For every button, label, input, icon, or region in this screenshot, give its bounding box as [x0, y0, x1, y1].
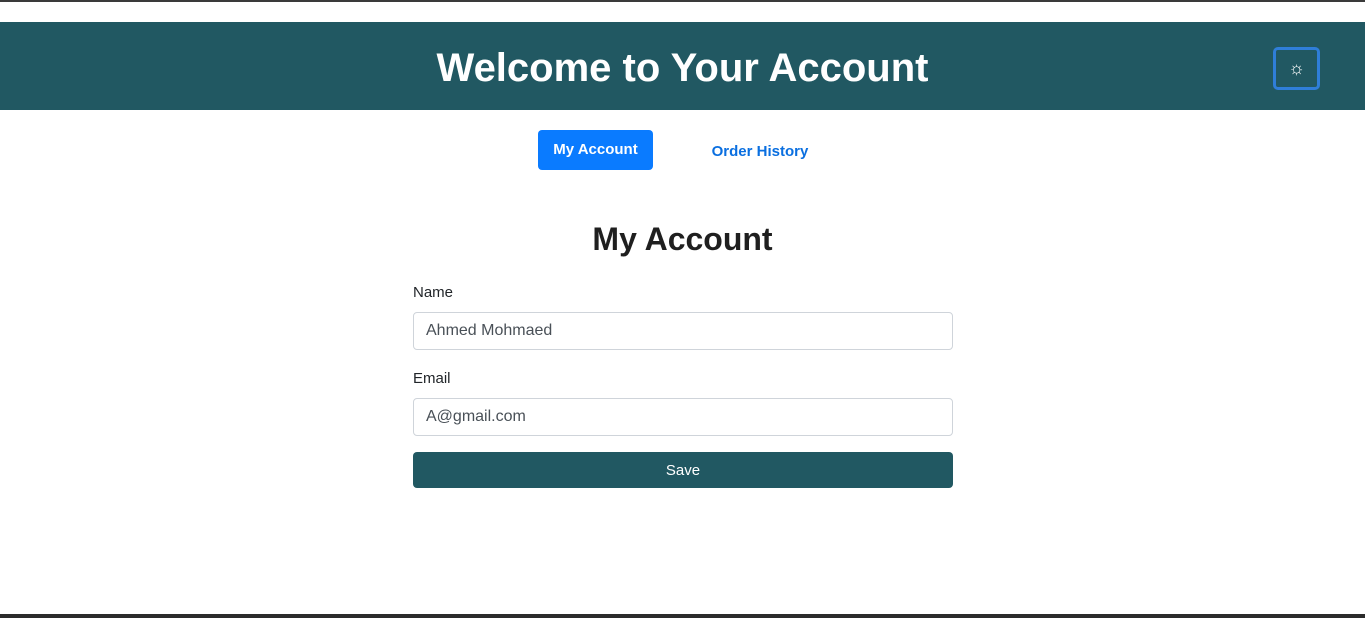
account-tabs: My Account Order History: [0, 130, 1365, 170]
tab-my-account[interactable]: My Account: [538, 130, 653, 170]
email-input[interactable]: [413, 398, 953, 436]
page-header: Welcome to Your Account ☼: [0, 22, 1365, 110]
top-border: [0, 0, 1365, 2]
tab-order-history[interactable]: Order History: [690, 130, 830, 170]
save-button[interactable]: Save: [413, 452, 953, 488]
name-input[interactable]: [413, 312, 953, 350]
bottom-border: [0, 614, 1365, 618]
theme-toggle-button[interactable]: ☼: [1273, 47, 1320, 90]
sun-icon: ☼: [1288, 58, 1305, 78]
email-label: Email: [413, 370, 451, 387]
name-label: Name: [413, 284, 454, 301]
section-title: My Account: [592, 221, 773, 257]
page-title: Welcome to Your Account: [436, 46, 929, 90]
